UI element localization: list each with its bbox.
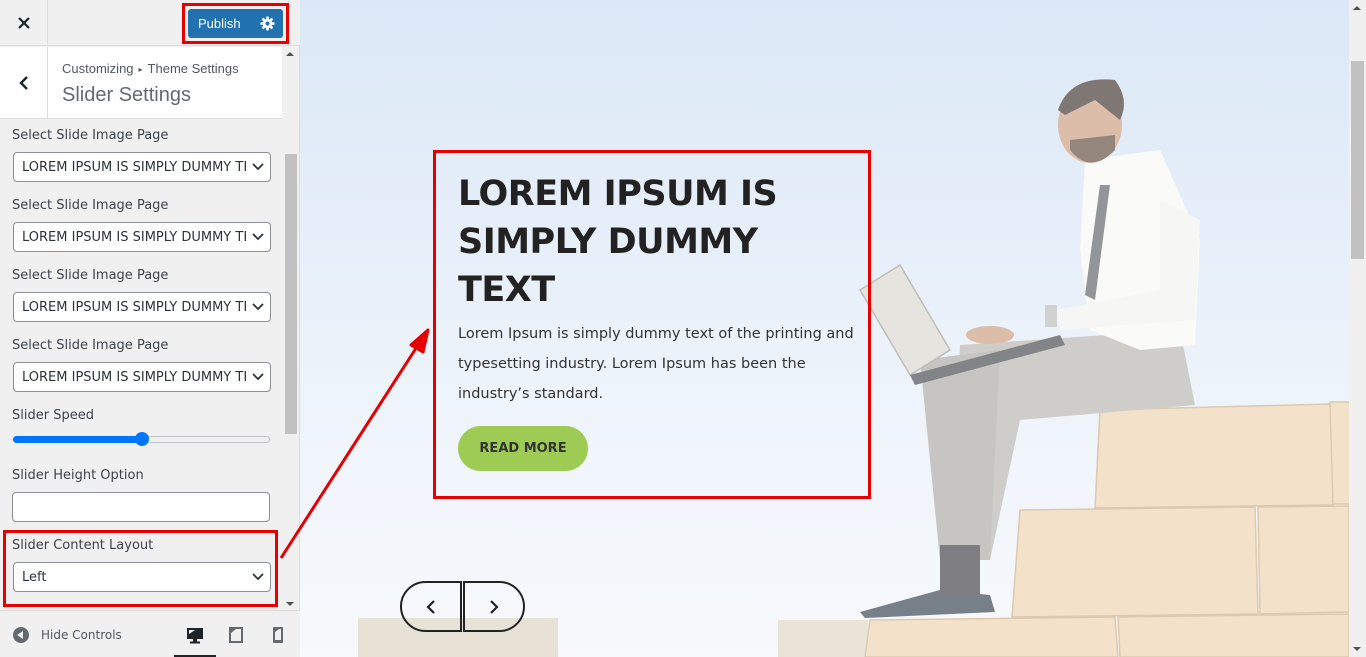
hide-controls-button[interactable]: Hide Controls — [13, 627, 122, 643]
slider-prev-button[interactable] — [400, 581, 462, 632]
slide-page-label-2: Select Slide Image Page — [12, 198, 169, 213]
back-button[interactable] — [0, 47, 48, 119]
publish-button[interactable]: Publish — [188, 9, 283, 38]
hide-controls-label: Hide Controls — [41, 628, 122, 642]
slide-page-label-1: Select Slide Image Page — [12, 128, 169, 143]
slide-page-select-1[interactable]: LOREM IPSUM IS SIMPLY DUMMY TEXT — [13, 152, 271, 182]
slide-page-select-3[interactable]: LOREM IPSUM IS SIMPLY DUMMY TEXT — [13, 292, 271, 322]
scroll-down-arrow-icon[interactable] — [286, 602, 294, 606]
collapse-icon — [13, 627, 29, 643]
chevron-down-icon — [252, 303, 264, 311]
slider-height-input[interactable] — [12, 492, 270, 522]
read-more-button[interactable]: READ MORE — [458, 426, 588, 471]
customizer-footer: Hide Controls — [0, 610, 300, 657]
slide-page-select-4[interactable]: LOREM IPSUM IS SIMPLY DUMMY TEXT — [13, 362, 271, 392]
scrollbar-thumb[interactable] — [285, 154, 297, 434]
range-fill — [13, 436, 142, 443]
slide-description: Lorem Ipsum is simply dummy text of the … — [458, 326, 854, 402]
slide-page-label-4: Select Slide Image Page — [12, 338, 169, 353]
customizer-screen: Publish Customizing ▸ Theme Settings Sli… — [0, 0, 1366, 657]
slider-speed-range[interactable] — [13, 432, 271, 446]
slider-speed-label: Slider Speed — [12, 408, 94, 423]
select-value: LOREM IPSUM IS SIMPLY DUMMY TEXT — [22, 369, 246, 385]
site-preview: LOREM IPSUM IS SIMPLY DUMMY TEXT Lorem I… — [300, 0, 1349, 657]
customizer-header: Publish — [0, 0, 300, 46]
select-value: LOREM IPSUM IS SIMPLY DUMMY TEXT — [22, 159, 246, 175]
section-title: Slider Settings — [62, 84, 191, 106]
scroll-up-arrow-icon[interactable] — [286, 52, 294, 56]
select-value: LOREM IPSUM IS SIMPLY DUMMY TEXT — [22, 299, 246, 315]
breadcrumb-parent: Theme Settings — [147, 61, 239, 76]
chevron-down-icon — [252, 233, 264, 241]
gear-icon[interactable] — [260, 16, 275, 31]
scroll-up-arrow-icon[interactable] — [1353, 6, 1361, 10]
breadcrumb-root: Customizing — [62, 61, 134, 76]
desktop-icon[interactable] — [185, 625, 205, 645]
breadcrumb: Customizing ▸ Theme Settings — [62, 61, 239, 76]
publish-label: Publish — [198, 16, 241, 31]
chevron-down-icon — [252, 163, 264, 171]
scrollbar-thumb[interactable] — [1351, 61, 1364, 259]
slide-title: LOREM IPSUM IS SIMPLY DUMMY TEXT — [458, 174, 778, 310]
content-layout-highlight-box — [3, 530, 278, 607]
chevron-right-icon — [490, 599, 499, 614]
preview-scrollbar[interactable] — [1349, 0, 1366, 657]
section-header: Customizing ▸ Theme Settings Slider Settin… — [0, 47, 282, 119]
slide-page-label-3: Select Slide Image Page — [12, 268, 169, 283]
range-thumb[interactable] — [134, 432, 149, 446]
slider-next-button[interactable] — [463, 581, 525, 632]
sidebar-scrollbar[interactable] — [282, 47, 299, 610]
chevron-left-icon — [18, 76, 28, 90]
chevron-down-icon — [252, 373, 264, 381]
select-value: LOREM IPSUM IS SIMPLY DUMMY TEXT — [22, 229, 246, 245]
mobile-icon[interactable] — [268, 625, 288, 645]
publish-highlight-box: Publish — [182, 3, 289, 44]
tablet-icon[interactable] — [226, 625, 246, 645]
breadcrumb-separator: ▸ — [138, 65, 143, 74]
slide-content-box: LOREM IPSUM IS SIMPLY DUMMY TEXT Lorem I… — [433, 150, 871, 499]
customizer-sidebar: Publish Customizing ▸ Theme Settings Sli… — [0, 0, 300, 657]
scroll-down-arrow-icon[interactable] — [1353, 647, 1361, 651]
chevron-left-icon — [426, 599, 435, 614]
slide-page-select-2[interactable]: LOREM IPSUM IS SIMPLY DUMMY TEXT — [13, 222, 271, 252]
close-button[interactable] — [0, 0, 48, 46]
slider-height-label: Slider Height Option — [12, 468, 144, 483]
close-icon — [17, 17, 30, 29]
